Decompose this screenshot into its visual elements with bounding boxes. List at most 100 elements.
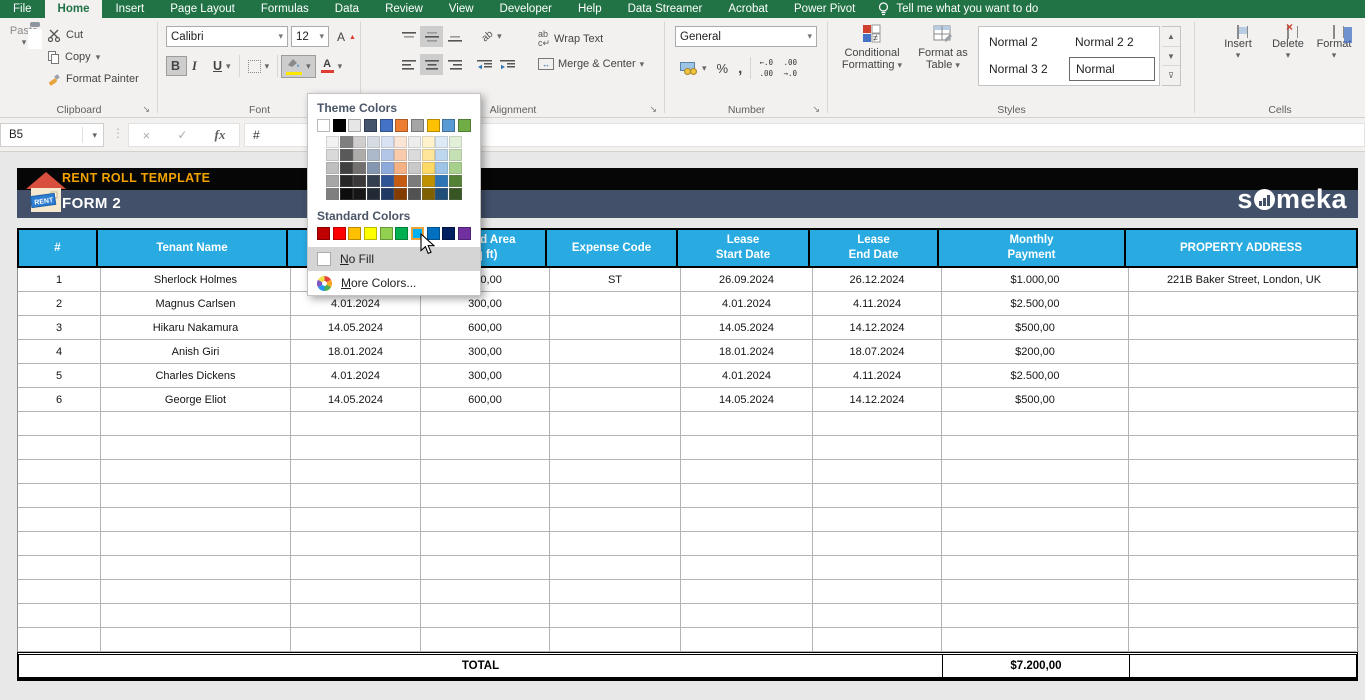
table-cell-2[interactable] xyxy=(291,508,421,532)
tab-page-layout[interactable]: Page Layout xyxy=(157,0,248,18)
paste-button[interactable]: Paste ▾ xyxy=(5,25,43,95)
table-cell-3[interactable] xyxy=(421,532,550,556)
table-cell-0[interactable]: 1 xyxy=(18,268,101,292)
tab-file[interactable]: File xyxy=(0,0,45,18)
table-cell-1[interactable] xyxy=(101,556,291,580)
middle-align-button[interactable] xyxy=(420,26,443,47)
table-cell-4[interactable] xyxy=(550,460,681,484)
alignment-dialog-launcher[interactable]: ↘ xyxy=(649,104,657,115)
table-cell-8[interactable] xyxy=(1129,388,1359,412)
table-cell-5[interactable]: 14.05.2024 xyxy=(681,316,813,340)
table-cell-3[interactable]: 300,00 xyxy=(421,364,550,388)
table-cell-0[interactable]: 6 xyxy=(18,388,101,412)
standard-color-swatch-8[interactable] xyxy=(442,227,455,240)
table-cell-7[interactable]: $500,00 xyxy=(942,388,1129,412)
table-cell-2[interactable]: 14.05.2024 xyxy=(291,316,421,340)
theme-variant-swatch-4-2[interactable] xyxy=(353,188,366,200)
table-cell-6[interactable]: 18.07.2024 xyxy=(813,340,942,364)
increase-indent-button[interactable] xyxy=(496,54,519,75)
table-cell-0[interactable] xyxy=(18,556,101,580)
style-normal-2[interactable]: Normal 2 xyxy=(983,31,1069,53)
table-cell-2[interactable] xyxy=(291,532,421,556)
table-cell-3[interactable]: 300,00 xyxy=(421,340,550,364)
style-gallery-down-button[interactable]: ▼ xyxy=(1162,47,1180,67)
cancel-formula-button[interactable]: × xyxy=(143,128,151,143)
table-cell-0[interactable] xyxy=(18,460,101,484)
standard-color-swatch-3[interactable] xyxy=(364,227,377,240)
percent-button[interactable]: % xyxy=(712,58,734,79)
style-normal-2-2[interactable]: Normal 2 2 xyxy=(1069,31,1155,53)
table-cell-8[interactable] xyxy=(1129,316,1359,340)
table-cell-7[interactable]: $2.500,00 xyxy=(942,364,1129,388)
theme-variant-swatch-2-4[interactable] xyxy=(381,162,394,174)
table-cell-8[interactable] xyxy=(1129,460,1359,484)
table-cell-6[interactable]: 4.11.2024 xyxy=(813,364,942,388)
table-header-cell-6[interactable]: Lease End Date xyxy=(810,230,939,266)
theme-variant-swatch-1-1[interactable] xyxy=(340,149,353,161)
orientation-button[interactable]: ab▾ xyxy=(477,28,507,45)
theme-variant-swatch-1-5[interactable] xyxy=(394,149,407,161)
table-cell-6[interactable] xyxy=(813,580,942,604)
table-cell-2[interactable]: 18.01.2024 xyxy=(291,340,421,364)
table-cell-5[interactable]: 14.05.2024 xyxy=(681,388,813,412)
table-cell-1[interactable]: Anish Giri xyxy=(101,340,291,364)
theme-variant-swatch-3-6[interactable] xyxy=(408,175,421,187)
table-cell-1[interactable]: Charles Dickens xyxy=(101,364,291,388)
theme-variant-swatch-3-5[interactable] xyxy=(394,175,407,187)
theme-variant-swatch-2-0[interactable] xyxy=(326,162,339,174)
table-cell-5[interactable] xyxy=(681,460,813,484)
table-cell-1[interactable]: Magnus Carlsen xyxy=(101,292,291,316)
theme-variant-swatch-4-1[interactable] xyxy=(340,188,353,200)
theme-variant-swatch-4-9[interactable] xyxy=(449,188,462,200)
table-cell-4[interactable] xyxy=(550,340,681,364)
table-cell-3[interactable] xyxy=(421,436,550,460)
table-cell-8[interactable] xyxy=(1129,532,1359,556)
theme-color-swatch-0[interactable] xyxy=(317,119,330,132)
table-cell-8[interactable] xyxy=(1129,412,1359,436)
table-cell-5[interactable] xyxy=(681,604,813,628)
theme-variant-swatch-4-3[interactable] xyxy=(367,188,380,200)
standard-color-swatch-2[interactable] xyxy=(348,227,361,240)
tab-developer[interactable]: Developer xyxy=(487,0,565,18)
table-cell-0[interactable] xyxy=(18,484,101,508)
theme-variant-swatch-0-1[interactable] xyxy=(340,136,353,148)
table-cell-2[interactable] xyxy=(291,436,421,460)
underline-button[interactable]: U▾ xyxy=(208,56,236,76)
table-cell-0[interactable] xyxy=(18,532,101,556)
table-cell-1[interactable] xyxy=(101,484,291,508)
cut-button[interactable]: Cut xyxy=(48,25,83,45)
table-cell-6[interactable] xyxy=(813,508,942,532)
table-cell-5[interactable]: 4.01.2024 xyxy=(681,364,813,388)
table-cell-6[interactable] xyxy=(813,436,942,460)
table-cell-6[interactable] xyxy=(813,460,942,484)
wrap-text-button[interactable]: abc↵ Wrap Text xyxy=(533,27,608,51)
table-cell-3[interactable] xyxy=(421,604,550,628)
theme-color-swatch-8[interactable] xyxy=(442,119,455,132)
formula-bar-handle[interactable]: ⋮ xyxy=(112,126,124,140)
tab-formulas[interactable]: Formulas xyxy=(248,0,322,18)
table-cell-8[interactable] xyxy=(1129,364,1359,388)
table-header-cell-4[interactable]: Expense Code xyxy=(547,230,678,266)
table-cell-1[interactable] xyxy=(101,460,291,484)
table-cell-2[interactable] xyxy=(291,556,421,580)
table-cell-0[interactable]: 3 xyxy=(18,316,101,340)
theme-variant-swatch-0-9[interactable] xyxy=(449,136,462,148)
theme-variant-swatch-1-9[interactable] xyxy=(449,149,462,161)
tab-review[interactable]: Review xyxy=(372,0,436,18)
copy-button[interactable]: Copy ▾ xyxy=(48,47,100,67)
comma-button[interactable]: , xyxy=(733,57,747,80)
table-cell-2[interactable] xyxy=(291,484,421,508)
theme-variant-swatch-1-6[interactable] xyxy=(408,149,421,161)
name-box[interactable]: B5 ▾ xyxy=(0,123,104,147)
number-dialog-launcher[interactable]: ↘ xyxy=(812,104,820,115)
italic-button[interactable]: I xyxy=(187,56,208,77)
table-cell-7[interactable] xyxy=(942,460,1129,484)
table-cell-3[interactable] xyxy=(421,580,550,604)
standard-color-swatch-9[interactable] xyxy=(458,227,471,240)
theme-variant-swatch-2-6[interactable] xyxy=(408,162,421,174)
table-cell-0[interactable] xyxy=(18,412,101,436)
table-cell-2[interactable] xyxy=(291,604,421,628)
more-colors-option[interactable]: More Colors... xyxy=(308,271,480,295)
table-cell-1[interactable] xyxy=(101,628,291,652)
table-header-cell-8[interactable]: PROPERTY ADDRESS xyxy=(1126,230,1356,266)
